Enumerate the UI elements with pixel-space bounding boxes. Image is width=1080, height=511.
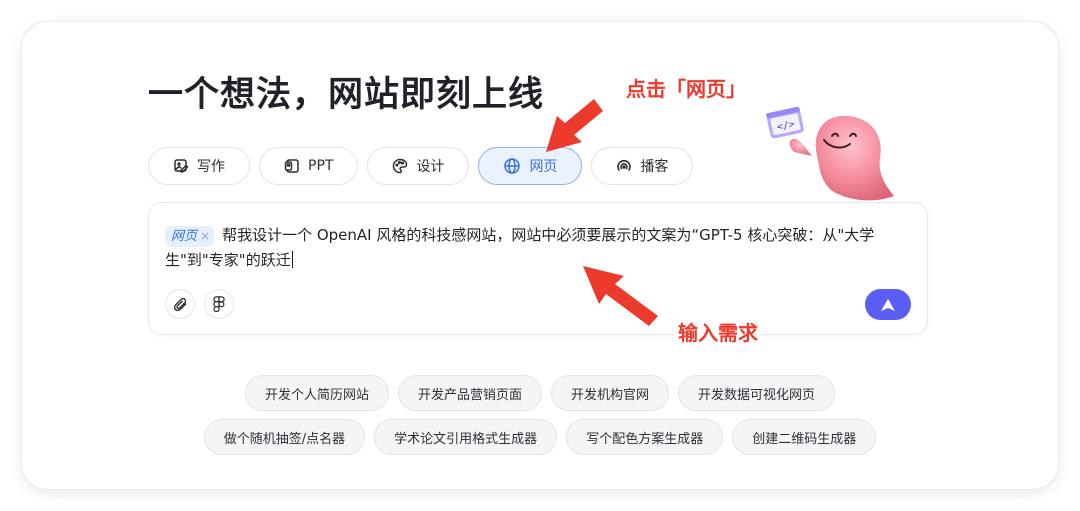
tab-webpage-label: 网页 [529,159,558,175]
send-arrow-icon [880,298,896,312]
prompt-textarea[interactable]: 网页 × 帮我设计一个 OpenAI 风格的科技感网站，网站中必须要展示的文案为“G… [165,223,911,273]
send-button[interactable] [865,289,911,320]
suggestion-chip[interactable]: 开发产品营销页面 [397,375,542,411]
annotation-enter-request: 输入需求 [674,317,762,346]
page-headline: 一个想法，网站即刻上线 [148,75,545,115]
tab-ppt-label: PPT [308,158,334,174]
mode-tabs: 写作 PPT 设计 网页 播客 [148,147,694,185]
paperclip-icon [173,297,188,312]
chip-remove-icon[interactable]: × [200,229,210,243]
globe-icon [503,157,521,175]
text-cursor [291,251,293,268]
tab-ppt[interactable]: PPT [259,147,359,185]
palette-icon [392,158,408,174]
tab-design[interactable]: 设计 [367,147,470,185]
suggestion-chip[interactable]: 写个配色方案生成器 [566,419,724,455]
tab-writing[interactable]: 写作 [148,147,250,185]
suggestions-row-1: 开发个人简历网站 开发产品营销页面 开发机构官网 开发数据可视化网页 [0,375,1080,411]
mode-chip-label: 网页 [171,229,198,244]
figma-icon [212,296,226,312]
suggestion-chip[interactable]: 开发数据可视化网页 [678,375,836,411]
attach-button[interactable] [165,289,195,319]
podcast-icon [616,158,632,174]
tab-podcast-label: 播客 [640,159,669,175]
mascot-illustration: </> [766,106,894,201]
image-pen-icon [173,158,189,174]
suggestion-chip[interactable]: 创建二维码生成器 [732,419,877,455]
suggestion-chip[interactable]: 学术论文引用格式生成器 [374,419,558,455]
tab-webpage[interactable]: 网页 [478,147,583,185]
prompt-text-content: 帮我设计一个 OpenAI 风格的科技感网站，网站中必须要展示的文案为“GPT-… [165,226,875,269]
slides-icon [284,158,300,174]
figma-button[interactable] [204,289,234,319]
prompt-input-box[interactable]: 网页 × 帮我设计一个 OpenAI 风格的科技感网站，网站中必须要展示的文案为“G… [148,202,928,335]
tab-podcast[interactable]: 播客 [591,147,694,185]
suggestion-chip[interactable]: 开发个人简历网站 [244,375,389,411]
tab-design-label: 设计 [416,159,445,175]
annotation-click-webpage: 点击「网页」 [622,73,750,102]
tab-writing-label: 写作 [197,159,225,175]
suggestion-chip[interactable]: 开发机构官网 [551,375,670,411]
suggestion-chip[interactable]: 做个随机抽签/点名器 [203,419,366,455]
mode-chip: 网页 × [165,226,215,247]
suggestions-row-2: 做个随机抽签/点名器 学术论文引用格式生成器 写个配色方案生成器 创建二维码生成… [0,419,1080,455]
